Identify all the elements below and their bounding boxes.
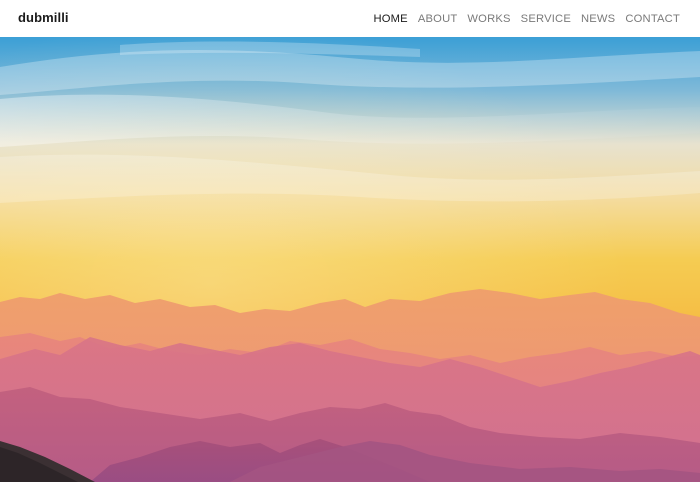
nav-news[interactable]: NEWS [581, 13, 615, 25]
site-header: dubmilli HOME ABOUT WORKS SERVICE NEWS C… [0, 0, 700, 37]
mountain-landscape-image [0, 37, 700, 482]
nav-service[interactable]: SERVICE [521, 13, 571, 25]
nav-about[interactable]: ABOUT [418, 13, 458, 25]
nav-contact[interactable]: CONTACT [625, 13, 680, 25]
nav-works[interactable]: WORKS [467, 13, 510, 25]
hero-image [0, 37, 700, 482]
main-nav: HOME ABOUT WORKS SERVICE NEWS CONTACT [373, 0, 680, 37]
site-logo[interactable]: dubmilli [18, 10, 69, 25]
page: dubmilli HOME ABOUT WORKS SERVICE NEWS C… [0, 0, 700, 482]
nav-home[interactable]: HOME [373, 13, 407, 25]
